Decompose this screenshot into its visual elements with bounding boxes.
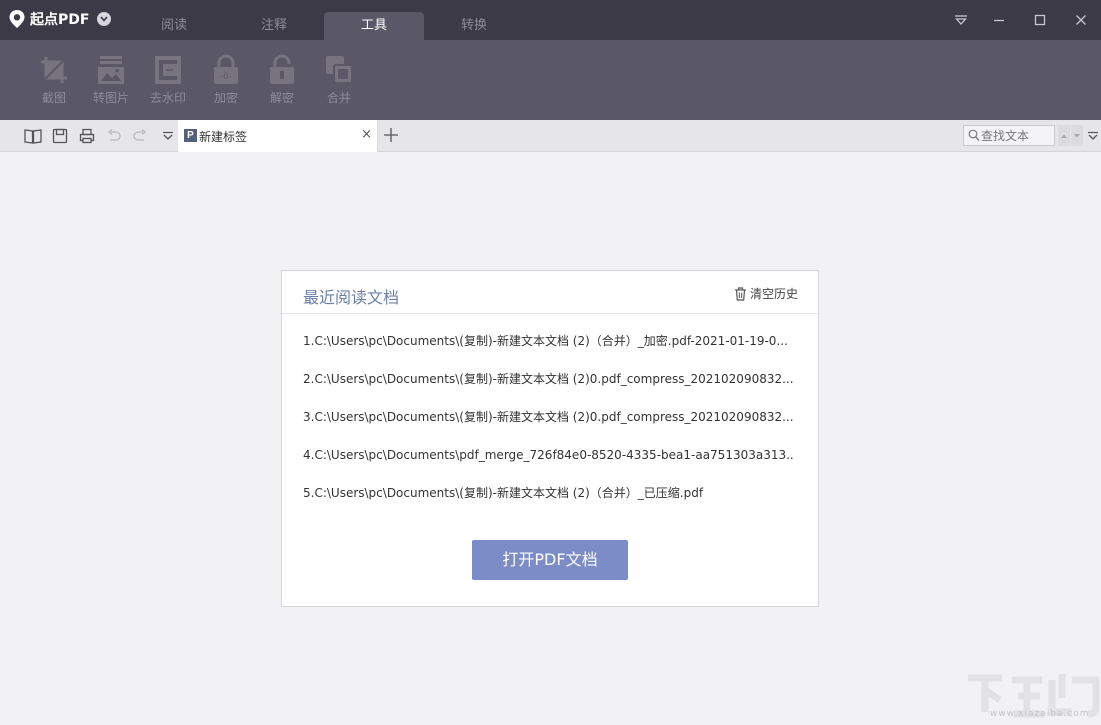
skin-menu-button[interactable] <box>948 8 974 32</box>
tab-tools[interactable]: 工具 <box>324 12 424 40</box>
clear-history-label: 清空历史 <box>749 287 798 301</box>
image-convert-icon <box>98 56 124 84</box>
minimize-icon <box>994 19 1004 22</box>
save-icon <box>52 128 68 144</box>
svg-text:-0-: -0- <box>221 71 232 81</box>
crop-icon <box>41 57 67 83</box>
tab-read[interactable]: 阅读 <box>124 12 224 40</box>
undo-button[interactable] <box>104 126 124 146</box>
tool-merge[interactable]: 合并 <box>311 54 367 106</box>
merge-icon <box>326 56 353 84</box>
search-box[interactable] <box>963 125 1055 146</box>
redo-button[interactable] <box>130 126 150 146</box>
tool-encrypt[interactable]: -0- 加密 <box>198 54 254 106</box>
document-tab[interactable]: P 新建标签 × <box>178 120 378 152</box>
close-button[interactable] <box>1068 8 1094 32</box>
search-next-button[interactable] <box>1071 125 1083 146</box>
clear-history-button[interactable]: 清空历史 <box>734 285 798 302</box>
tab-annotate[interactable]: 注释 <box>224 12 324 40</box>
app-logo[interactable]: 起点PDF <box>8 9 112 29</box>
document-tab-label: 新建标签 <box>199 130 248 144</box>
tab-convert[interactable]: 转换 <box>424 12 524 40</box>
tool-label: 转图片 <box>92 91 129 105</box>
new-tab-button[interactable] <box>381 125 401 145</box>
recent-document-item[interactable]: 4.C:\Users\pc\Documents\pdf_merge_726f84… <box>303 447 793 485</box>
tool-screenshot[interactable]: 截图 <box>26 54 82 106</box>
maximize-button[interactable] <box>1027 8 1053 32</box>
tool-label: 截图 <box>41 91 66 105</box>
search-previous-button[interactable] <box>1058 125 1070 146</box>
tool-convert-image[interactable]: 转图片 <box>83 54 139 106</box>
dropdown-menu-icon <box>955 15 967 25</box>
print-icon <box>79 128 95 144</box>
quick-access-dropdown[interactable] <box>158 126 178 146</box>
panel-header: 最近阅读文档 清空历史 <box>282 271 818 314</box>
open-book-button[interactable] <box>23 126 43 146</box>
close-tab-icon[interactable]: × <box>361 127 372 142</box>
tools-toolbar: 截图 转图片 去水印 -0- 加密 解密 合并 <box>0 40 1101 120</box>
watermark-url: www.xiazaiba.com <box>990 709 1090 719</box>
search-input[interactable] <box>981 127 1053 144</box>
tool-label: 合并 <box>326 91 351 105</box>
tool-label: 去水印 <box>149 91 186 105</box>
recent-document-item[interactable]: 3.C:\Users\pc\Documents\(复制)-新建文本文档 (2)0… <box>303 409 793 447</box>
tool-decrypt[interactable]: 解密 <box>254 54 310 106</box>
save-button[interactable] <box>50 126 70 146</box>
recent-documents-list: 1.C:\Users\pc\Documents\(复制)-新建文本文档 (2)（… <box>303 333 793 523</box>
document-tab-strip: P 新建标签 × <box>0 120 1101 152</box>
recent-document-item[interactable]: 2.C:\Users\pc\Documents\(复制)-新建文本文档 (2)0… <box>303 371 793 409</box>
lock-icon: -0- <box>214 54 238 84</box>
main-tabs: 阅读 注释 工具 转换 <box>124 12 524 40</box>
trash-icon <box>734 286 746 301</box>
chevron-down-icon <box>1088 131 1098 140</box>
book-icon <box>24 129 42 144</box>
app-name: 起点PDF <box>30 12 90 28</box>
app-menu-dropdown-icon[interactable] <box>97 12 112 26</box>
tool-label: 解密 <box>269 91 294 105</box>
undo-icon <box>107 129 121 141</box>
recent-document-item[interactable]: 1.C:\Users\pc\Documents\(复制)-新建文本文档 (2)（… <box>303 333 793 371</box>
arrow-up-icon <box>1061 134 1067 138</box>
recent-document-item[interactable]: 5.C:\Users\pc\Documents\(复制)-新建文本文档 (2)（… <box>303 485 793 523</box>
close-icon <box>1076 15 1086 25</box>
print-button[interactable] <box>77 126 97 146</box>
tool-remove-watermark[interactable]: 去水印 <box>140 54 196 106</box>
panel-title: 最近阅读文档 <box>303 288 400 307</box>
open-pdf-button[interactable]: 打开PDF文档 <box>472 540 628 580</box>
maximize-icon <box>1034 14 1046 26</box>
pdf-file-icon: P <box>184 129 197 142</box>
tool-label: 加密 <box>213 91 238 105</box>
chevron-down-icon <box>163 131 173 140</box>
minimize-button[interactable] <box>986 8 1012 32</box>
title-bar: 起点PDF 阅读 注释 工具 转换 <box>0 0 1101 40</box>
recent-documents-panel: 最近阅读文档 清空历史 1.C:\Users\pc\Documents\(复制)… <box>281 270 819 607</box>
location-pin-logo-icon <box>9 10 25 28</box>
plus-icon <box>384 128 398 142</box>
arrow-down-icon <box>1074 133 1080 137</box>
redo-icon <box>133 129 147 141</box>
remove-watermark-icon <box>155 56 181 84</box>
search-icon <box>968 129 980 141</box>
unlock-icon <box>270 54 294 84</box>
tab-list-dropdown[interactable] <box>1085 126 1101 146</box>
